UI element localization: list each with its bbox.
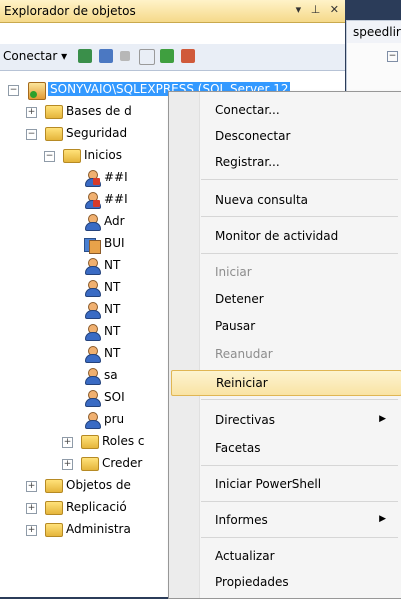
- dropdown-icon[interactable]: ▾: [296, 3, 302, 16]
- folder-icon: [81, 435, 99, 449]
- stop-icon[interactable]: [120, 51, 130, 61]
- menu-separator: [201, 399, 398, 400]
- user-icon: [84, 390, 101, 407]
- menu-separator: [201, 179, 398, 180]
- user-icon: [84, 302, 101, 319]
- menu-item-resume: Reanudar: [215, 347, 273, 361]
- tree-label: ##I: [104, 170, 128, 184]
- menu-item-new-query[interactable]: Nueva consulta: [171, 188, 400, 212]
- close-icon[interactable]: ✕: [330, 3, 339, 16]
- group-icon: [84, 236, 101, 254]
- expand-icon[interactable]: +: [62, 459, 73, 470]
- expand-icon[interactable]: +: [26, 503, 37, 514]
- connect-object-explorer-icon[interactable]: [78, 49, 92, 63]
- user-icon: [84, 280, 101, 297]
- tree-label: BUI: [104, 236, 125, 250]
- tree-label: NT: [104, 346, 121, 360]
- menu-item-pause[interactable]: Pausar: [171, 314, 400, 338]
- menu-item-register[interactable]: Registrar...: [171, 150, 400, 174]
- collapse-icon[interactable]: −: [387, 51, 398, 62]
- menu-item-reports[interactable]: Informes ▶: [171, 508, 400, 532]
- tree-label: Objetos de: [66, 478, 131, 492]
- menu-item-refresh[interactable]: Actualizar: [171, 544, 400, 568]
- tree-label: NT: [104, 302, 121, 316]
- context-menu: Conectar... Desconectar Registrar... Nue…: [168, 91, 401, 599]
- folder-icon: [81, 457, 99, 471]
- collapse-icon[interactable]: −: [26, 129, 37, 140]
- collapse-icon[interactable]: −: [8, 85, 19, 96]
- tree-label: Adr: [104, 214, 125, 228]
- tree-label: Seguridad: [66, 126, 128, 140]
- menu-item-activity-monitor[interactable]: Monitor de actividad: [171, 224, 400, 248]
- document-tab[interactable]: speedlir: [346, 20, 401, 43]
- user-icon: [84, 324, 101, 341]
- tree-label: pru: [104, 412, 125, 426]
- submenu-arrow-icon: ▶: [379, 414, 386, 424]
- connect-dropdown-button[interactable]: Conectar ▾: [3, 49, 67, 63]
- panel-title: Explorador de objetos: [4, 4, 136, 18]
- disabled-user-icon: [84, 192, 101, 209]
- user-icon: [84, 346, 101, 363]
- folder-icon: [45, 127, 63, 141]
- tree-label: sa: [104, 368, 118, 382]
- tree-label: NT: [104, 324, 121, 338]
- tree-label: Bases de d: [66, 104, 132, 118]
- folder-icon: [63, 149, 81, 163]
- menu-item-stop[interactable]: Detener: [171, 287, 400, 311]
- tab-label: speedlir: [353, 25, 401, 39]
- tree-label: Inicios: [84, 148, 123, 162]
- user-icon: [84, 258, 101, 275]
- menu-item-connect[interactable]: Conectar...: [171, 98, 400, 122]
- user-icon: [84, 368, 101, 385]
- menu-item-start: Iniciar: [215, 265, 252, 279]
- menu-item-properties[interactable]: Propiedades: [171, 570, 400, 594]
- filter-icon[interactable]: [139, 49, 155, 65]
- disabled-user-icon: [84, 170, 101, 187]
- expand-icon[interactable]: +: [62, 437, 73, 448]
- tree-label: ##I: [104, 192, 128, 206]
- menu-separator: [201, 465, 398, 466]
- submenu-arrow-icon: ▶: [379, 514, 386, 524]
- menu-separator: [201, 537, 398, 538]
- tree-label: NT: [104, 280, 121, 294]
- user-icon: [84, 412, 101, 429]
- menu-separator: [201, 501, 398, 502]
- menu-separator: [201, 253, 398, 254]
- user-icon: [84, 214, 101, 231]
- menu-item-policies[interactable]: Directivas ▶: [171, 408, 400, 432]
- tree-label: Replicació: [66, 500, 127, 514]
- tree-label: NT: [104, 258, 121, 272]
- menu-item-restart[interactable]: Reiniciar: [171, 370, 401, 396]
- expand-icon[interactable]: +: [26, 107, 37, 118]
- folder-icon: [45, 105, 63, 119]
- menu-item-disconnect[interactable]: Desconectar: [171, 124, 400, 148]
- title-controls: ▾ ⊥ ✕: [290, 3, 339, 16]
- folder-icon: [45, 501, 63, 515]
- server-icon: [28, 82, 46, 100]
- tree-label: SOI: [104, 390, 125, 404]
- tree-label: Roles c: [102, 434, 145, 448]
- menu-item-start-powershell[interactable]: Iniciar PowerShell: [171, 472, 400, 496]
- activity-monitor-icon[interactable]: [181, 49, 195, 63]
- menu-separator: [201, 216, 398, 217]
- folder-icon: [45, 523, 63, 537]
- panel-title-bar: Explorador de objetos ▾ ⊥ ✕: [0, 0, 345, 23]
- pin-icon[interactable]: ⊥: [311, 3, 321, 16]
- explorer-toolbar: Conectar ▾: [0, 44, 345, 71]
- menu-item-facets[interactable]: Facetas: [171, 436, 400, 460]
- collapse-icon[interactable]: −: [44, 151, 55, 162]
- expand-icon[interactable]: +: [26, 525, 37, 536]
- tree-label: Creder: [102, 456, 143, 470]
- expand-icon[interactable]: +: [26, 481, 37, 492]
- folder-icon: [45, 479, 63, 493]
- refresh-icon[interactable]: [160, 49, 174, 63]
- tree-label: Administra: [66, 522, 131, 536]
- disconnect-icon[interactable]: [99, 49, 113, 63]
